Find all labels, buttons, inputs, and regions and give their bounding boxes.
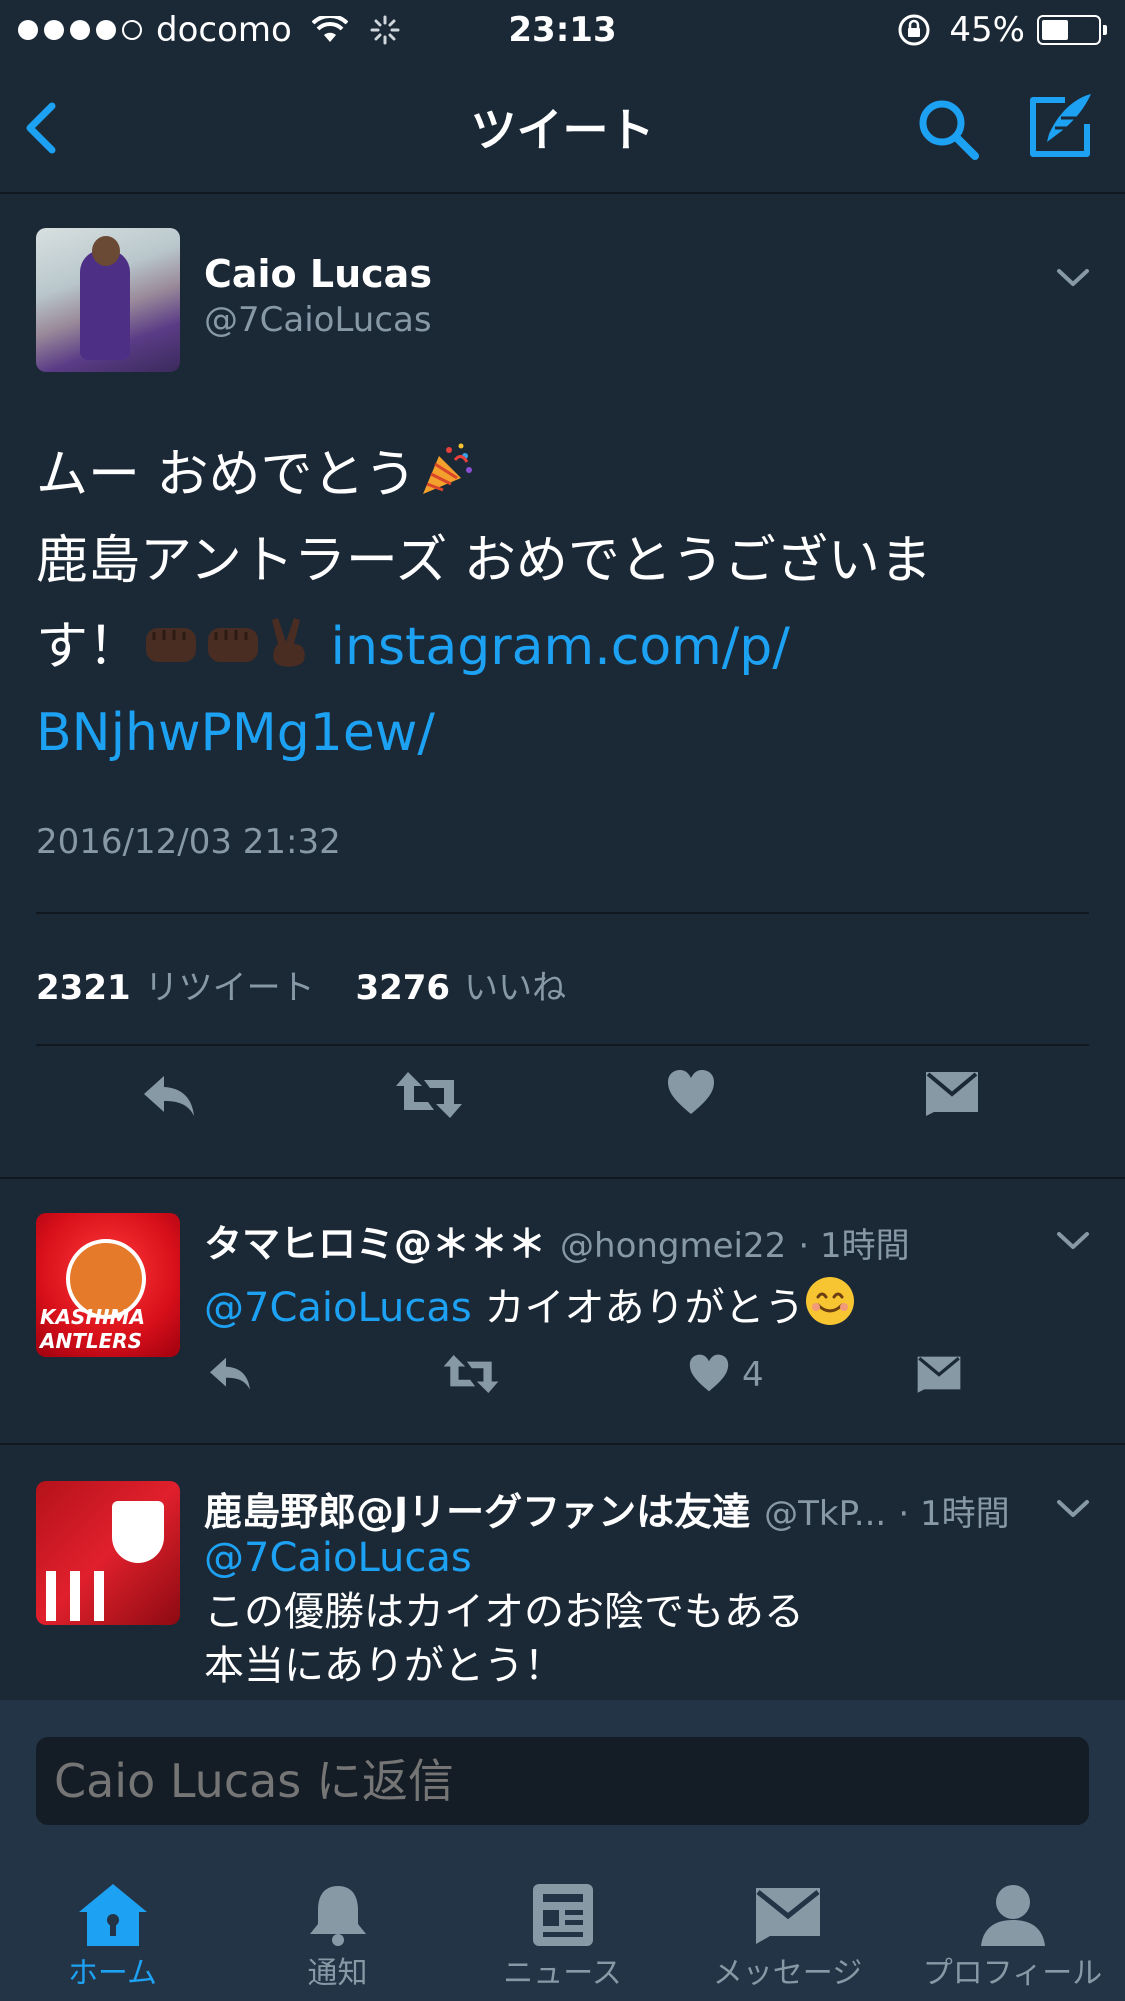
divider [36,912,1089,914]
reply-user-name[interactable]: 鹿島野郎@Jリーグファンは友達 [204,1490,750,1534]
tweet-text-line3: す！ [36,617,141,677]
tweet-timestamp: 2016/12/03 21:32 [36,822,341,862]
tweet-actions [0,1062,1125,1152]
reply-input[interactable] [36,1737,1089,1825]
divider [36,1044,1089,1046]
person-icon [981,1885,1045,1946]
reply-composer [0,1700,1125,1830]
reply-tweet[interactable]: KASHIMA ANTLERS タマヒロミ@＊＊＊ @hongmei22 · 1時… [0,1177,1125,1445]
reply-user-handle[interactable]: @hongmei22 [560,1226,786,1266]
tweet-detail-screen: docomo 23:13 45% ツイート Caio Lucas @7CaioL… [0,0,1125,2001]
tab-label: プロフィール [922,1956,1103,1991]
tab-news[interactable]: ニュース [450,1830,675,2001]
chevron-down-icon[interactable] [1056,268,1090,288]
tweet-text-line2: 鹿島アントラーズ おめでとうございま [36,531,932,591]
reply-body-line2: 本当にありがとう！ [204,1643,564,1689]
rotation-lock-icon [898,14,930,46]
avatar-text: KASHIMA ANTLERS [40,1305,145,1353]
fist-emoji-icon [146,628,197,662]
victory-hand-icon [272,618,305,667]
reply-body-line1: この優勝はカイオのお陰でもある [204,1589,804,1635]
tab-label: 通知 [307,1956,368,1991]
search-icon[interactable] [915,96,981,162]
envelope-icon[interactable] [924,1068,980,1116]
news-icon [533,1884,593,1946]
tab-profile[interactable]: プロフィール [900,1830,1125,2001]
reply-text: @7CaioLucas カイオありがとう [204,1275,856,1335]
reply-time: · 1時間 [798,1226,910,1266]
reply-user-name[interactable]: タマヒロミ@＊＊＊ [204,1222,546,1266]
reply-user-handle[interactable]: @TkP... [764,1494,886,1534]
reply-icon[interactable] [206,1353,254,1393]
tab-label: ホーム [67,1956,158,1991]
like-count[interactable]: 3276 [355,968,450,1008]
battery-percent: 45% [949,10,1025,50]
mention-link[interactable]: @7CaioLucas [204,1535,472,1581]
envelope-icon [756,1888,820,1944]
tab-notifications[interactable]: 通知 [225,1830,450,2001]
retweet-count[interactable]: 2321 [36,968,131,1008]
reply-actions: 4 [0,1347,1125,1407]
tab-bar: ホーム 通知 ニュース メッセージ プロフィール [0,1830,1125,2001]
chevron-down-icon[interactable] [1056,1499,1090,1519]
status-right: 45% [897,10,1107,50]
reply-header: 鹿島野郎@Jリーグファンは友達 @TkP... · 1時間 [204,1481,1010,1536]
tweet-text: ムー おめでとう 鹿島アントラーズ おめでとうございま す！ instagram… [36,432,1096,776]
like-label[interactable]: いいね [464,968,566,1008]
tab-home[interactable]: ホーム [0,1830,225,2001]
chevron-down-icon[interactable] [1056,1231,1090,1251]
retweet-label[interactable]: リツイート [145,968,315,1008]
mention-link[interactable]: @7CaioLucas [204,1285,472,1331]
reply-body: カイオありがとう [471,1285,805,1331]
status-bar: docomo 23:13 45% [0,0,1125,62]
user-handle[interactable]: @7CaioLucas [204,300,432,340]
retweet-icon[interactable] [442,1353,500,1395]
fist-emoji-icon [208,628,259,662]
battery-icon [1037,15,1107,45]
reply-like-count: 4 [742,1355,764,1395]
instagram-link[interactable]: instagram.com/p/ [331,617,790,677]
bell-icon [310,1886,366,1946]
tweet-text-line1: ムー おめでとう [36,445,417,505]
party-popper-icon [422,443,472,494]
retweet-icon[interactable] [394,1070,464,1120]
avatar[interactable]: KASHIMA ANTLERS [36,1213,180,1357]
navigation-bar: ツイート [0,62,1125,194]
user-name[interactable]: Caio Lucas [204,252,432,296]
avatar[interactable] [36,1481,180,1625]
tab-messages[interactable]: メッセージ [675,1830,900,2001]
compose-icon[interactable] [1025,90,1097,162]
reply-time: · 1時間 [898,1494,1010,1534]
reply-tweet[interactable]: 鹿島野郎@Jリーグファンは友達 @TkP... · 1時間 @7CaioLucas… [0,1445,1125,1700]
smiling-face-icon [806,1277,855,1325]
envelope-icon[interactable] [916,1353,962,1393]
reply-icon[interactable] [140,1070,198,1120]
heart-icon[interactable] [688,1353,730,1393]
instagram-link-cont[interactable]: BNjhwPMg1ew/ [36,703,435,763]
tab-label: メッセージ [712,1956,863,1991]
main-tweet: Caio Lucas @7CaioLucas ムー おめでとう 鹿島アントラーズ… [0,192,1125,1179]
avatar[interactable] [36,228,180,372]
reply-header: タマヒロミ@＊＊＊ @hongmei22 · 1時間 [204,1213,910,1268]
home-icon [79,1884,147,1946]
heart-icon[interactable] [666,1068,716,1116]
tab-label: ニュース [503,1956,622,1991]
tweet-stats: 2321 リツイート 3276 いいね [36,960,566,1009]
reply-text: @7CaioLucas この優勝はカイオのお陰でもある 本当にありがとう！ [204,1531,804,1693]
